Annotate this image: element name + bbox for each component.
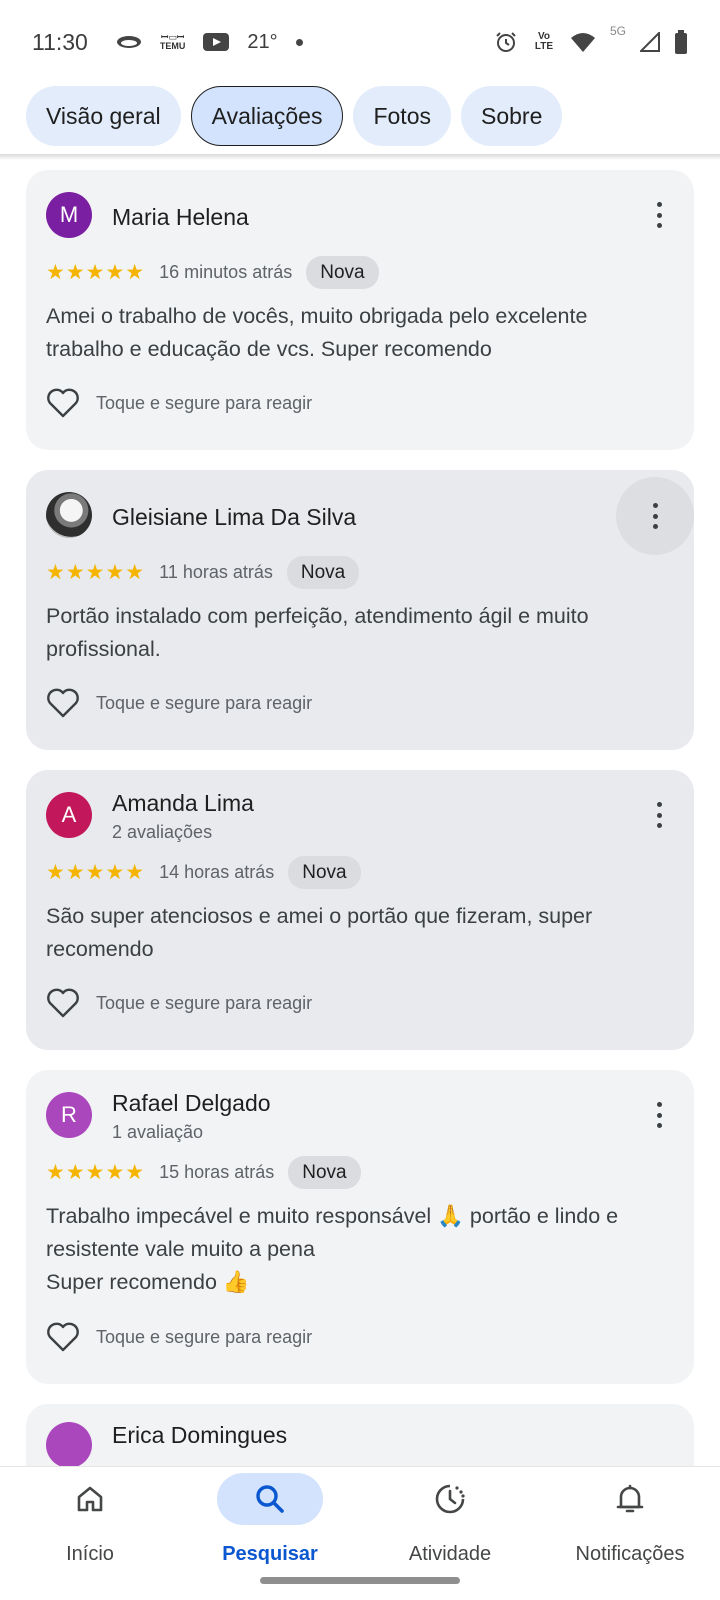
review-time: 15 horas atrás (159, 1162, 275, 1182)
review-text: Trabalho impecável e muito responsável 🙏… (46, 1204, 619, 1294)
review-card[interactable]: M Maria Helena ★★★★★ 16 minutos atrás No… (26, 170, 694, 450)
notification-dot-icon (295, 38, 303, 46)
reviewer-name[interactable]: Rafael Delgado (112, 1090, 271, 1117)
more-options-icon[interactable] (644, 200, 674, 230)
heart-icon (47, 1322, 79, 1352)
activity-icon (397, 1473, 503, 1525)
rating-row: ★★★★★ 11 horas atrás Nova (46, 556, 360, 589)
tab-photos[interactable]: Fotos (353, 86, 451, 146)
search-icon (217, 1473, 323, 1525)
reviewer-name[interactable]: Gleisiane Lima Da Silva (112, 504, 356, 531)
review-text: São super atenciosos e amei o portão que… (46, 904, 593, 961)
new-badge: Nova (286, 556, 360, 589)
volte-icon: Vo LTE (534, 31, 554, 52)
status-time: 11:30 (32, 28, 88, 55)
status-bar: 11:30 ꟷ▭ꟷ TEMU 21° Vo LTE 5G (0, 0, 720, 84)
more-options-icon[interactable] (616, 477, 694, 555)
nav-label: Início (66, 1543, 114, 1565)
network-type: 5G (609, 24, 626, 38)
new-badge: Nova (288, 856, 361, 889)
avatar[interactable] (46, 1422, 92, 1468)
reviewer-name[interactable]: Maria Helena (112, 204, 249, 231)
react-label: Toque e segure para reagir (96, 1326, 313, 1347)
new-badge: Nova (306, 256, 379, 289)
review-count: 1 avaliação (112, 1122, 204, 1142)
react-button[interactable]: Toque e segure para reagir (46, 388, 312, 418)
review-time: 11 horas atrás (159, 562, 273, 582)
react-label: Toque e segure para reagir (96, 392, 313, 413)
nav-label: Notificações (575, 1543, 685, 1565)
more-options-icon[interactable] (644, 1100, 674, 1130)
tab-overview[interactable]: Visão geral (26, 86, 181, 146)
tab-label: Fotos (373, 102, 431, 129)
star-rating: ★★★★★ (46, 861, 146, 884)
react-button[interactable]: Toque e segure para reagir (46, 688, 312, 718)
heart-icon (47, 688, 79, 718)
temu-label: TEMU (159, 41, 186, 51)
review-time: 14 horas atrás (159, 862, 275, 882)
review-count: 2 avaliações (112, 822, 213, 842)
rating-row: ★★★★★ 15 horas atrás Nova (46, 1156, 361, 1189)
tab-about[interactable]: Sobre (461, 86, 563, 146)
review-card[interactable]: Gleisiane Lima Da Silva ★★★★★ 11 horas a… (26, 470, 694, 750)
heart-icon (47, 988, 79, 1018)
tab-label: Visão geral (46, 102, 161, 129)
react-label: Toque e segure para reagir (96, 692, 313, 713)
temperature: 21° (247, 30, 278, 53)
nav-home[interactable]: Início (0, 1467, 180, 1600)
avatar-letter: R (61, 1102, 77, 1127)
tabs-divider (0, 154, 720, 160)
review-time: 16 minutos atrás (159, 262, 293, 282)
rating-row: ★★★★★ 14 horas atrás Nova (46, 856, 361, 889)
rating-row: ★★★★★ 16 minutos atrás Nova (46, 256, 379, 289)
tab-label: Sobre (481, 102, 543, 129)
avatar-photo[interactable] (46, 492, 92, 538)
review-card[interactable]: A Amanda Lima 2 avaliações ★★★★★ 14 hora… (26, 770, 694, 1050)
star-rating: ★★★★★ (46, 1161, 146, 1184)
review-card[interactable]: R Rafael Delgado 1 avaliação ★★★★★ 15 ho… (26, 1070, 694, 1384)
review-text: Amei o trabalho de vocês, muito obrigada… (46, 304, 588, 361)
avatar[interactable]: A (46, 792, 92, 838)
home-icon (37, 1473, 143, 1525)
new-badge: Nova (288, 1156, 361, 1189)
avatar-letter: M (59, 202, 79, 227)
tab-reviews[interactable]: Avaliações (190, 86, 344, 146)
avatar-letter: A (61, 802, 77, 827)
temu-icon: ꟷ▭ꟷ TEMU (159, 32, 186, 51)
nav-label: Pesquisar (222, 1543, 318, 1565)
react-button[interactable]: Toque e segure para reagir (46, 988, 312, 1018)
eye-app-icon (116, 34, 142, 50)
nav-notifications[interactable]: Notificações (540, 1467, 720, 1600)
battery-icon (674, 30, 688, 54)
react-button[interactable]: Toque e segure para reagir (46, 1322, 312, 1352)
home-gesture-bar[interactable] (260, 1577, 460, 1584)
avatar[interactable]: R (46, 1092, 92, 1138)
place-tabs: Visão geral Avaliações Fotos Sobre (26, 86, 563, 146)
more-options-icon[interactable] (644, 800, 674, 830)
tab-label: Avaliações (211, 102, 323, 129)
avatar[interactable]: M (46, 192, 92, 238)
alarm-icon (494, 30, 518, 54)
star-rating: ★★★★★ (46, 561, 146, 584)
wifi-icon (570, 32, 596, 52)
nav-label: Atividade (408, 1543, 492, 1565)
signal-icon (640, 32, 660, 52)
reviewer-name[interactable]: Amanda Lima (112, 790, 254, 817)
youtube-icon (203, 32, 230, 52)
reviewer-name[interactable]: Erica Domingues (112, 1422, 287, 1449)
review-text: Portão instalado com perfeição, atendime… (46, 604, 589, 661)
heart-icon (47, 388, 79, 418)
bell-icon (577, 1473, 683, 1525)
react-label: Toque e segure para reagir (96, 992, 313, 1013)
star-rating: ★★★★★ (46, 261, 146, 284)
